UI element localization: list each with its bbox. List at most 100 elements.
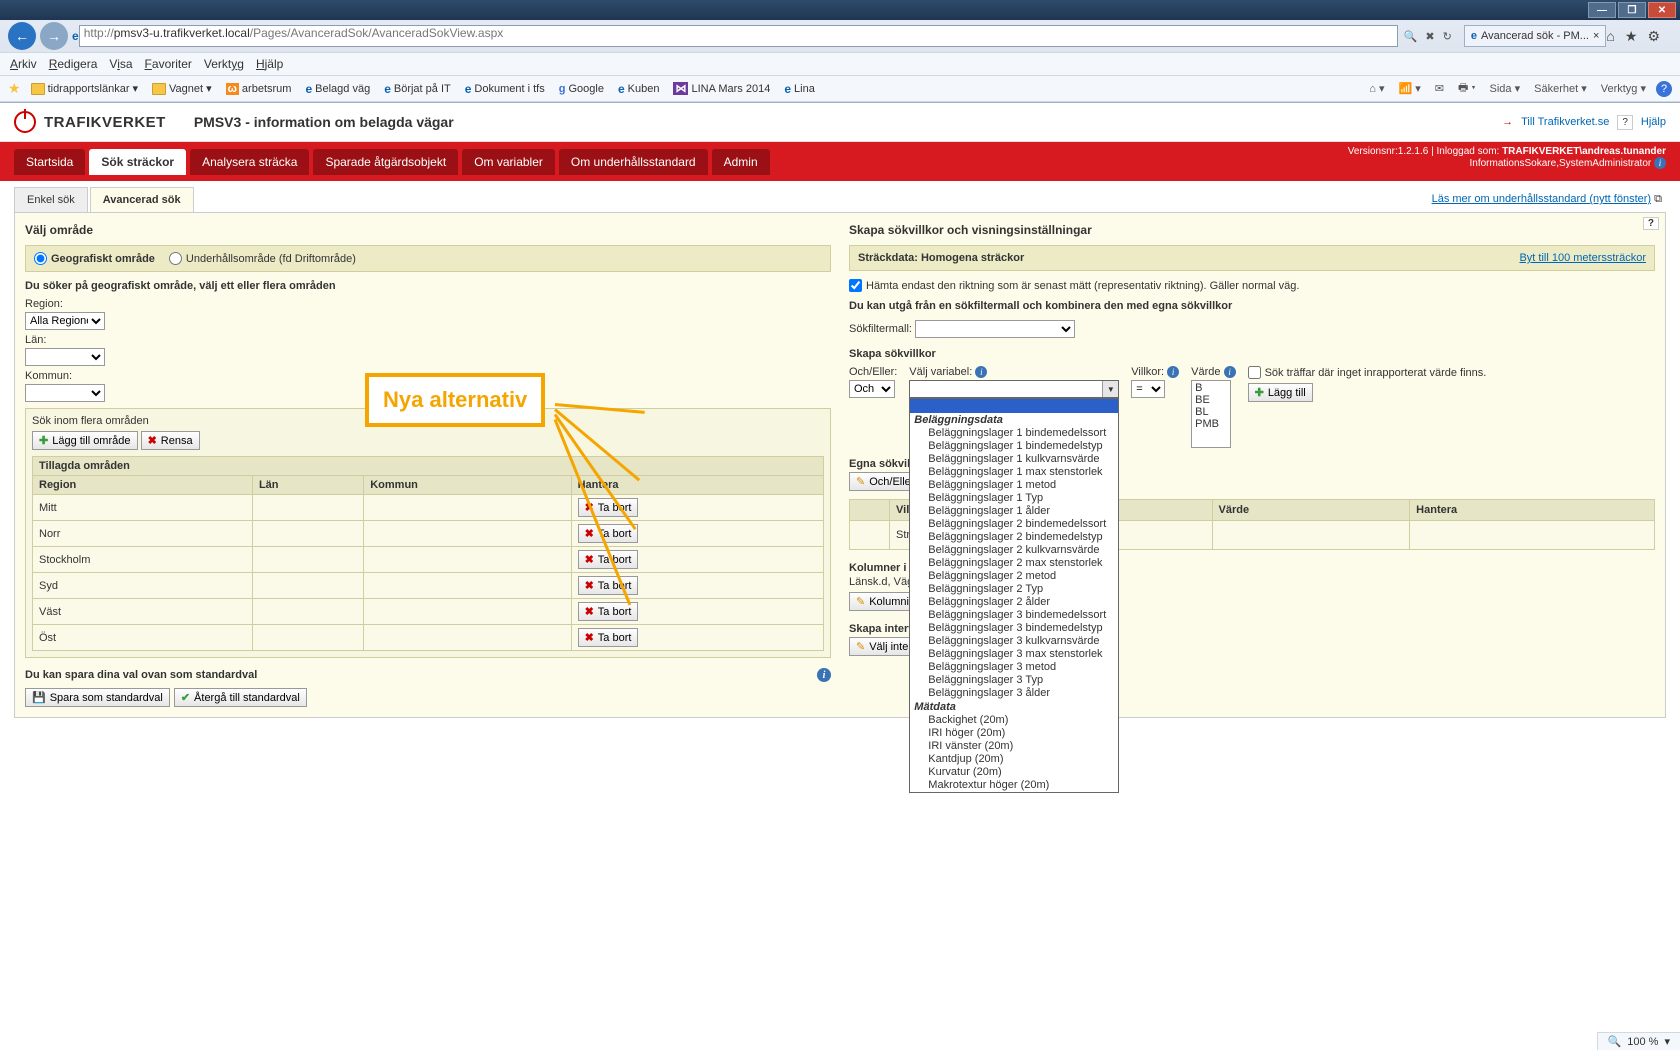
address-bar[interactable]: http://pmsv3-u.trafikverket.local/Pages/… (79, 25, 1398, 47)
radio-underhall[interactable]: Underhållsområde (fd Driftområde) (169, 252, 356, 265)
btn-save-standard[interactable]: 💾Spara som standardval (25, 688, 170, 707)
varde-option[interactable]: PMB (1193, 418, 1229, 430)
chk-notreported[interactable] (1248, 366, 1261, 379)
info-icon[interactable]: i (1167, 366, 1179, 378)
dropdown-item[interactable]: Beläggningslager 1 bindemedelstyp (910, 440, 1118, 453)
tool-print-icon[interactable]: 🖶 ▾ (1454, 79, 1480, 98)
dropdown-item[interactable]: Beläggningslager 1 bindemedelssort (910, 427, 1118, 440)
subtab-enkel[interactable]: Enkel sök (14, 187, 88, 212)
navtab-3[interactable]: Sparade åtgärdsobjekt (313, 149, 458, 175)
dropdown-item[interactable]: Beläggningslager 2 ålder (910, 596, 1118, 609)
varde-option[interactable]: BE (1193, 394, 1229, 406)
fav-borjat[interactable]: eBörjat på IT (380, 80, 455, 98)
lan-select[interactable] (25, 348, 105, 366)
tool-home-icon[interactable]: ⌂ ▾ (1365, 82, 1388, 95)
btn-add-area[interactable]: ✚Lägg till område (32, 431, 138, 450)
fav-kuben[interactable]: eKuben (614, 80, 664, 98)
dropdown-item[interactable]: Kurvatur (20m) (910, 766, 1118, 779)
btn-remove-row[interactable]: ✖Ta bort (578, 628, 639, 647)
dropdown-item[interactable]: Kantdjup (20m) (910, 753, 1118, 766)
dropdown-highlight[interactable] (910, 399, 1118, 413)
help-badge[interactable]: ? (1617, 115, 1633, 130)
add-favorite-icon[interactable]: ★ (8, 80, 21, 97)
varde-option[interactable]: BL (1193, 406, 1229, 418)
stop-icon[interactable]: ✖ (1425, 30, 1434, 43)
dropdown-item[interactable]: Beläggningslager 2 max stenstorlek (910, 557, 1118, 570)
dropdown-item[interactable]: Beläggningslager 3 max stenstorlek (910, 648, 1118, 661)
fav-vagnet[interactable]: Vagnet ▾ (148, 80, 216, 97)
fav-google[interactable]: gGoogle (555, 81, 608, 97)
link-trafikverket[interactable]: Till Trafikverket.se (1521, 116, 1609, 128)
btn-clear-areas[interactable]: ✖Rensa (141, 431, 200, 450)
fav-belagd[interactable]: eBelagd väg (301, 80, 374, 98)
filter-select[interactable] (915, 320, 1075, 338)
zoom-dropdown-icon[interactable]: ▾ (1664, 1035, 1670, 1048)
dropdown-item[interactable]: Makrotextur höger (20m) (910, 779, 1118, 792)
dropdown-item[interactable]: Beläggningslager 3 Typ (910, 674, 1118, 687)
variabel-dropdown[interactable]: ▼ BeläggningsdataBeläggningslager 1 bind… (909, 380, 1119, 398)
varde-listbox[interactable]: BBEBLPMB (1191, 380, 1231, 448)
menu-verktyg[interactable]: Verktyg (204, 57, 244, 71)
link-100m[interactable]: Byt till 100 meterssträckor (1519, 252, 1646, 264)
navtab-0[interactable]: Startsida (14, 149, 85, 175)
dropdown-item[interactable]: IRI vänster (20m) (910, 740, 1118, 753)
btn-add-villkor[interactable]: ✚Lägg till (1248, 383, 1313, 402)
chk-notreported-row[interactable]: Sök träffar där inget inrapporterat värd… (1248, 366, 1655, 379)
browser-tab[interactable]: e Avancerad sök - PM... × (1464, 25, 1607, 47)
subtab-avancerad[interactable]: Avancerad sök (90, 187, 194, 212)
tool-feeds-icon[interactable]: 📶 ▾ (1395, 82, 1425, 95)
chk-hamta-row[interactable]: Hämta endast den riktning som är senast … (849, 279, 1655, 292)
menu-redigera[interactable]: Redigera (49, 57, 98, 71)
btn-remove-row[interactable]: ✖Ta bort (578, 524, 639, 543)
dropdown-item[interactable]: Backighet (20m) (910, 714, 1118, 727)
dropdown-item[interactable]: Beläggningslager 2 bindemedelssort (910, 518, 1118, 531)
window-close[interactable]: ✕ (1648, 2, 1676, 18)
fav-tidrapport[interactable]: tidrapportslänkar ▾ (27, 80, 142, 97)
dropdown-item[interactable]: Beläggningslager 3 bindemedelstyp (910, 622, 1118, 635)
dropdown-item[interactable]: Beläggningslager 1 Typ (910, 492, 1118, 505)
window-minimize[interactable]: — (1588, 2, 1616, 18)
fav-arbetsrum[interactable]: ωarbetsrum (222, 81, 296, 97)
dropdown-item[interactable]: IRI höger (20m) (910, 727, 1118, 740)
home-icon[interactable]: ⌂ (1606, 28, 1614, 45)
dropdown-item[interactable]: Beläggningslager 2 kulkvarnsvärde (910, 544, 1118, 557)
dropdown-item[interactable]: Beläggningslager 2 Typ (910, 583, 1118, 596)
link-help[interactable]: Hjälp (1641, 116, 1666, 128)
chk-hamta[interactable] (849, 279, 862, 292)
dropdown-item[interactable]: Beläggningslager 1 max stenstorlek (910, 466, 1118, 479)
zoom-icon[interactable]: 🔍 (1608, 1035, 1622, 1048)
info-icon[interactable]: i (975, 366, 987, 378)
dropdown-item[interactable]: Beläggningslager 1 kulkvarnsvärde (910, 453, 1118, 466)
radio-geo-input[interactable] (34, 252, 47, 265)
dropdown-item[interactable]: Beläggningslager 3 metod (910, 661, 1118, 674)
menu-visa[interactable]: Visa (109, 57, 132, 71)
dropdown-item[interactable]: Beläggningslager 2 bindemedelstyp (910, 531, 1118, 544)
menu-hjalp[interactable]: Hjälp (256, 57, 283, 71)
fav-dokument[interactable]: eDokument i tfs (461, 80, 549, 98)
refresh-icon[interactable]: ↻ (1443, 30, 1452, 43)
variabel-dropdown-list[interactable]: BeläggningsdataBeläggningslager 1 bindem… (909, 398, 1119, 793)
villkor-select[interactable]: = (1131, 380, 1165, 398)
navtab-4[interactable]: Om variabler (462, 149, 555, 175)
menu-arkiv[interactable]: Arkiv (10, 57, 37, 71)
tab-close-icon[interactable]: × (1593, 30, 1599, 42)
navtab-2[interactable]: Analysera sträcka (190, 149, 309, 175)
tool-sakerhet[interactable]: Säkerhet ▾ (1530, 82, 1591, 95)
dropdown-item[interactable]: Beläggningslager 1 ålder (910, 505, 1118, 518)
ocheller-select[interactable]: Och (849, 380, 895, 398)
radio-geografiskt[interactable]: Geografiskt område (34, 252, 155, 265)
dropdown-item[interactable]: Beläggningslager 3 kulkvarnsvärde (910, 635, 1118, 648)
tool-help-icon[interactable]: ? (1656, 81, 1672, 97)
dropdown-item[interactable]: Beläggningslager 1 metod (910, 479, 1118, 492)
fav-lina-mars[interactable]: ⋈LINA Mars 2014 (669, 80, 774, 97)
menu-favoriter[interactable]: Favoriter (145, 57, 192, 71)
nav-forward[interactable]: → (40, 22, 68, 50)
navtab-1[interactable]: Sök sträckor (89, 149, 186, 175)
navtab-6[interactable]: Admin (712, 149, 770, 175)
navtab-5[interactable]: Om underhållsstandard (559, 149, 708, 175)
btn-remove-row[interactable]: ✖Ta bort (578, 576, 639, 595)
search-icon[interactable]: 🔍 (1404, 30, 1418, 43)
info-icon[interactable]: i (1224, 366, 1236, 378)
tool-sida[interactable]: Sida ▾ (1486, 82, 1525, 95)
tool-verktyg[interactable]: Verktyg ▾ (1597, 82, 1650, 95)
